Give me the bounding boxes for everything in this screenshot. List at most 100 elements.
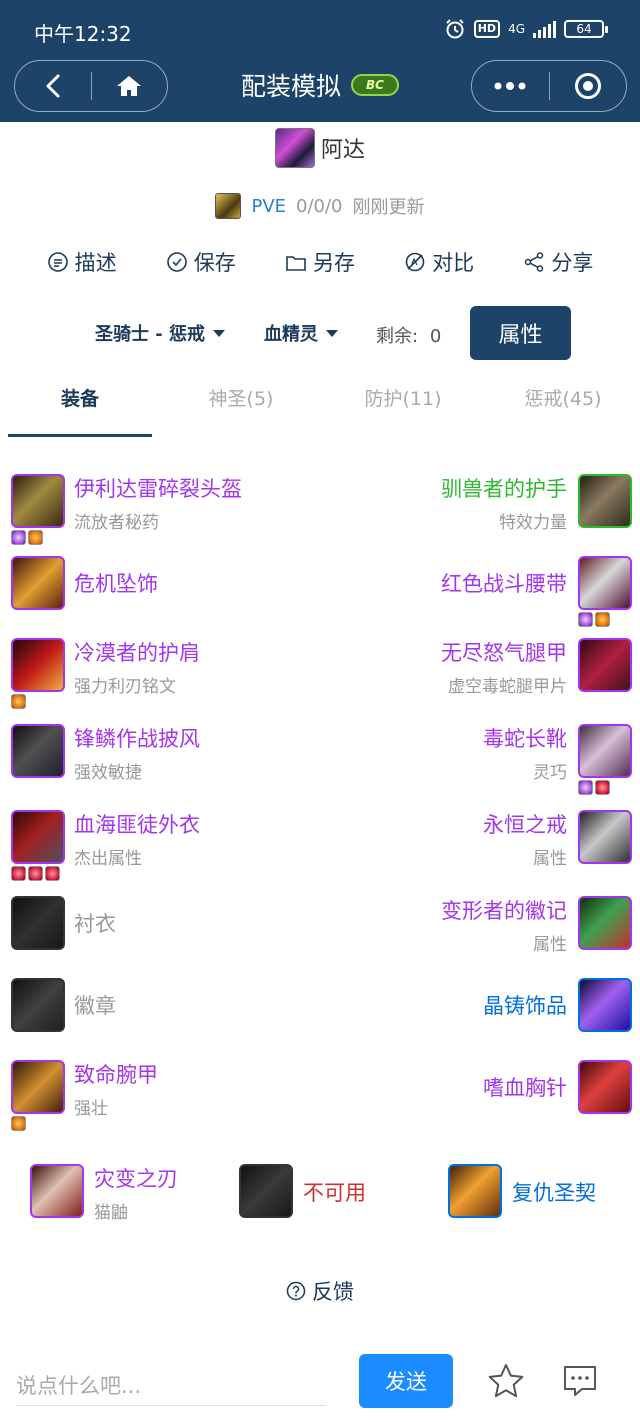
question-circle-icon	[286, 1281, 306, 1301]
gem-purple-icon	[578, 780, 593, 795]
feedback-button[interactable]: 反馈	[0, 1276, 640, 1306]
compare-icon	[405, 252, 425, 272]
gear-item-name[interactable]: 血海匪徒外衣	[74, 809, 200, 839]
updated-label: 刚刚更新	[352, 197, 425, 218]
gear-item-name[interactable]: 危机坠饰	[74, 568, 158, 598]
nav-right-group	[471, 60, 627, 112]
gear-enchant: 属性	[533, 849, 567, 869]
gear-item-name[interactable]: 冷漠者的护肩	[74, 637, 200, 667]
more-button[interactable]	[472, 61, 549, 111]
gem-sockets	[11, 694, 26, 709]
star-icon[interactable]	[487, 1362, 525, 1400]
gear-slot-icon[interactable]	[578, 810, 632, 864]
weapon-slot-icon[interactable]	[30, 1164, 84, 1218]
gear-enchant: 流放者秘药	[74, 513, 159, 533]
weapon-name[interactable]: 不可用	[303, 1177, 366, 1207]
gear-slot-icon[interactable]	[11, 556, 65, 610]
gem-purple-icon	[578, 612, 593, 627]
gear-slot-icon[interactable]	[11, 896, 65, 950]
comment-input[interactable]	[16, 1366, 326, 1406]
gear-slot-icon[interactable]	[578, 724, 632, 778]
gear-item-name[interactable]: 锋鳞作战披风	[74, 723, 200, 753]
hd-badge: HD	[473, 20, 501, 38]
tab-retribution[interactable]: 惩戒(45)	[488, 384, 638, 411]
action-bar: 描述 保存 另存 对比 分享	[0, 247, 640, 277]
gear-slot-icon[interactable]	[11, 724, 65, 778]
gear-item-name[interactable]: 无尽怒气腿甲	[441, 637, 567, 667]
gem-orange-icon	[11, 694, 26, 709]
gear-item-name[interactable]: 嗜血胸针	[483, 1072, 567, 1102]
describe-button[interactable]: 描述	[47, 247, 117, 277]
gem-orange-icon	[28, 530, 43, 545]
tab-bar: 装备 神圣(5) 防护(11) 惩戒(45)	[8, 380, 640, 438]
weapon-name[interactable]: 复仇圣契	[512, 1177, 596, 1207]
gear-item-name[interactable]: 衬衣	[74, 908, 116, 938]
gem-orange-icon	[11, 1116, 26, 1131]
race-select[interactable]: 血精灵	[264, 320, 338, 346]
gear-slot-icon[interactable]	[11, 474, 65, 528]
describe-icon	[47, 252, 68, 272]
weapon-slot-icon[interactable]	[239, 1164, 293, 1218]
tab-protection[interactable]: 防护(11)	[328, 384, 478, 411]
save-as-label: 另存	[312, 251, 355, 275]
gear-slot-icon[interactable]	[578, 474, 632, 528]
tab-holy[interactable]: 神圣(5)	[166, 384, 316, 411]
gear-item-name[interactable]: 毒蛇长靴	[483, 723, 567, 753]
save-label: 保存	[193, 251, 236, 275]
gear-slot-icon[interactable]	[578, 638, 632, 692]
page-title-text: 配装模拟	[240, 72, 341, 101]
comment-icon[interactable]	[562, 1364, 598, 1398]
gem-red-icon	[595, 780, 610, 795]
gear-enchant: 强壮	[74, 1099, 108, 1119]
save-as-button[interactable]: 另存	[285, 247, 355, 277]
compare-label: 对比	[432, 251, 475, 275]
remaining-label: 剩余:	[376, 326, 419, 347]
gear-item-name[interactable]: 红色战斗腰带	[441, 568, 567, 598]
gear-enchant: 灵巧	[533, 763, 567, 783]
character-header: 阿达	[0, 128, 640, 168]
class-spec-value: 圣骑士 - 惩戒	[95, 324, 206, 345]
mode-label[interactable]: PVE	[251, 196, 286, 217]
gear-slot-icon[interactable]	[11, 978, 65, 1032]
feedback-label: 反馈	[312, 1280, 354, 1304]
gear-slot-icon[interactable]	[11, 810, 65, 864]
tab-gear[interactable]: 装备	[5, 384, 155, 411]
save-button[interactable]: 保存	[166, 247, 236, 277]
gear-item-name[interactable]: 徽章	[74, 990, 116, 1020]
compare-button[interactable]: 对比	[404, 247, 474, 277]
gem-sockets	[578, 780, 610, 795]
gear-item-name[interactable]: 伊利达雷碎裂头盔	[74, 473, 242, 503]
weapon-slot-icon[interactable]	[448, 1164, 502, 1218]
status-time: 中午12:32	[34, 22, 132, 46]
gear-slot-icon[interactable]	[578, 896, 632, 950]
gear-enchant: 杰出属性	[74, 849, 142, 869]
battery-icon: 64	[564, 20, 608, 38]
gear-enchant: 强力利刃铭文	[74, 677, 176, 697]
gear-enchant: 强效敏捷	[74, 763, 142, 783]
attributes-button[interactable]: 属性	[470, 306, 571, 360]
race-value: 血精灵	[264, 324, 318, 345]
gear-item-name[interactable]: 致命腕甲	[74, 1059, 158, 1089]
signal-icon	[533, 20, 556, 38]
weapon-name[interactable]: 灾变之刃	[94, 1163, 178, 1193]
gear-slot-icon[interactable]	[578, 556, 632, 610]
gear-slot-icon[interactable]	[578, 978, 632, 1032]
character-meta: PVE 0/0/0 刚刚更新	[0, 193, 640, 219]
gear-slot-icon[interactable]	[578, 1060, 632, 1114]
gear-item-name[interactable]: 永恒之戒	[483, 809, 567, 839]
gear-slot-icon[interactable]	[11, 638, 65, 692]
class-spec-select[interactable]: 圣骑士 - 惩戒	[95, 320, 226, 346]
gem-red-icon	[11, 866, 26, 881]
gear-item-name[interactable]: 驯兽者的护手	[441, 473, 567, 503]
weapon-enchant: 猫鼬	[94, 1203, 128, 1223]
gem-sockets	[11, 530, 43, 545]
gear-item-name[interactable]: 晶铸饰品	[483, 990, 567, 1020]
send-button[interactable]: 发送	[359, 1354, 453, 1408]
remaining-value: 0	[429, 326, 442, 347]
folder-icon	[286, 256, 306, 271]
active-tab-indicator	[8, 434, 152, 437]
gear-item-name[interactable]: 变形者的徽记	[441, 895, 567, 925]
close-miniapp-button[interactable]	[550, 61, 627, 111]
share-button[interactable]: 分享	[523, 247, 593, 277]
gear-slot-icon[interactable]	[11, 1060, 65, 1114]
